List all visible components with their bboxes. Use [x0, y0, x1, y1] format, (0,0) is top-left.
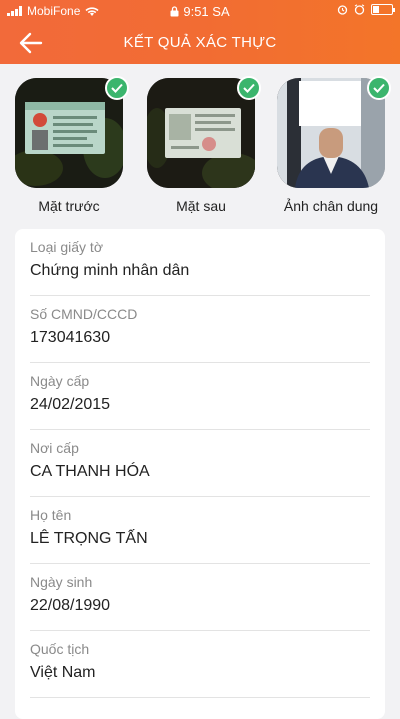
photo-portrait[interactable]: Ảnh chân dung: [277, 76, 391, 214]
lock-icon: [170, 6, 179, 17]
page-title: KẾT QUẢ XÁC THỰC: [123, 34, 277, 51]
battery-icon: [371, 4, 395, 15]
photo-portrait-label: Ảnh chân dung: [283, 198, 379, 214]
field-value: CA THANH HÓA: [30, 463, 150, 480]
field-full-name: Họ tên LÊ TRỌNG TẤN: [30, 497, 370, 564]
field-label: Họ tên: [30, 507, 72, 523]
status-bar: MobiFone 9:51 SA: [0, 0, 400, 22]
photo-back-label: Mặt sau: [176, 198, 226, 214]
field-value: 24/02/2015: [30, 396, 111, 413]
field-document-type: Loại giấy tờ Chứng minh nhân dân: [30, 229, 370, 296]
field-label: Loại giấy tờ: [30, 239, 104, 255]
photo-back[interactable]: Mặt sau: [147, 76, 261, 214]
field-issue-place: Nơi cấp CA THANH HÓA: [30, 430, 370, 497]
field-value: 22/08/1990: [30, 597, 111, 614]
info-card: Loại giấy tờ Chứng minh nhân dân Số CMND…: [15, 229, 385, 719]
check-icon: [111, 83, 123, 93]
field-value: 173041630: [30, 329, 111, 346]
verified-check-front: [105, 76, 129, 100]
photo-front[interactable]: Mặt trước: [15, 76, 129, 214]
app-header: MobiFone 9:51 SA KẾT QUẢ XÁC THỰC: [0, 0, 400, 64]
check-icon: [243, 83, 255, 93]
field-issue-date: Ngày cấp 24/02/2015: [30, 363, 370, 430]
field-nationality: Quốc tịch Việt Nam: [30, 631, 370, 698]
field-value: Chứng minh nhân dân: [30, 262, 190, 279]
field-label: Quốc tịch: [30, 641, 90, 657]
photo-strip: Mặt trước Mặt sau Ảnh chân dung: [0, 76, 400, 218]
alarm-clock-icon: [354, 4, 365, 15]
field-label: Ngày cấp: [30, 373, 90, 389]
field-label: Số CMND/CCCD: [30, 306, 138, 322]
field-id-number: Số CMND/CCCD 173041630: [30, 296, 370, 363]
clock: 9:51 SA: [183, 4, 230, 19]
field-label: Ngày sinh: [30, 574, 93, 590]
nav-bar: KẾT QUẢ XÁC THỰC: [0, 26, 400, 60]
field-value: LÊ TRỌNG TẤN: [30, 530, 148, 547]
verified-check-back: [237, 76, 261, 100]
field-value: Việt Nam: [30, 664, 96, 681]
field-birth-date: Ngày sinh 22/08/1990: [30, 564, 370, 631]
status-right: [337, 4, 395, 15]
check-icon: [373, 83, 385, 93]
field-label: Nơi cấp: [30, 440, 79, 456]
photo-front-label: Mặt trước: [38, 198, 100, 214]
alarm-icon: [337, 5, 348, 15]
verified-check-portrait: [367, 76, 391, 100]
